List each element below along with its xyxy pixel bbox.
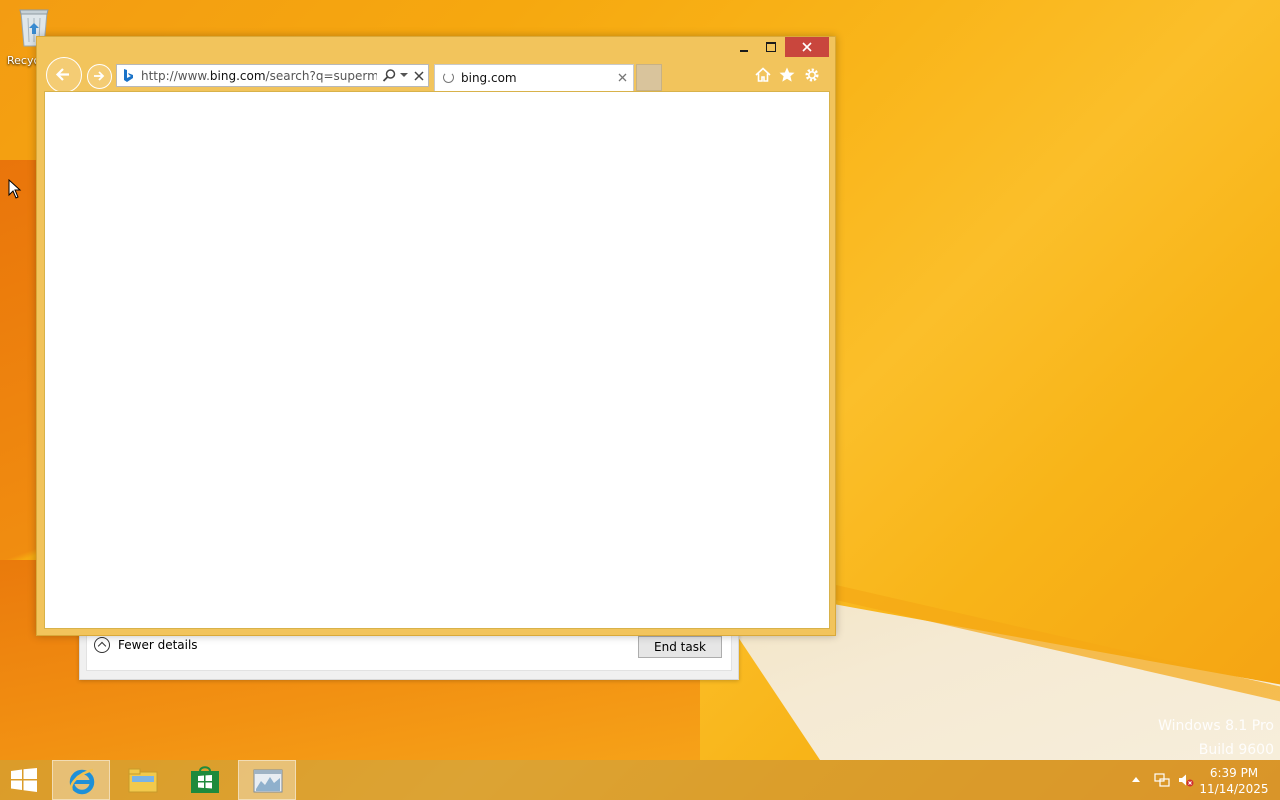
browser-tab[interactable]: bing.com — [434, 64, 634, 91]
fewer-details-label: Fewer details — [118, 638, 198, 652]
watermark-edition: Windows 8.1 Pro — [1158, 718, 1274, 734]
close-tab-icon[interactable] — [617, 72, 628, 83]
watermark-build: Build 9600 — [1198, 742, 1274, 758]
maximize-button[interactable] — [758, 37, 784, 57]
close-window-button[interactable] — [785, 37, 829, 57]
end-task-button[interactable]: End task — [638, 636, 722, 658]
address-bar[interactable]: http://www.bing.com/search?q=supermium — [116, 64, 429, 87]
internet-explorer-icon — [69, 768, 95, 795]
system-clock[interactable]: 6:39 PM 11/14/2025 — [1198, 765, 1270, 797]
back-button[interactable] — [46, 57, 82, 93]
task-manager-icon — [253, 769, 283, 793]
search-icon[interactable] — [382, 68, 397, 83]
folder-icon — [128, 768, 158, 793]
favorites-star-icon[interactable] — [777, 65, 797, 85]
settings-gear-icon[interactable] — [802, 65, 822, 85]
mouse-cursor-icon — [8, 179, 22, 199]
clock-time: 6:39 PM — [1209, 766, 1259, 780]
url-text[interactable]: http://www.bing.com/search?q=supermium — [141, 69, 377, 83]
home-icon[interactable] — [753, 65, 773, 85]
windows-version-watermark: Windows 8.1 Pro Build 9600 — [1158, 714, 1274, 762]
taskbar: 6:39 PM 11/14/2025 — [0, 760, 1280, 800]
forward-arrow-icon — [94, 71, 105, 81]
tab-title: bing.com — [461, 71, 517, 85]
fewer-details-toggle[interactable]: Fewer details — [94, 637, 198, 653]
taskbar-task-manager[interactable] — [238, 760, 296, 800]
bing-logo-icon — [124, 69, 133, 82]
taskbar-file-explorer[interactable] — [114, 760, 172, 800]
forward-button[interactable] — [87, 64, 112, 89]
show-hidden-icons-button[interactable] — [1132, 777, 1140, 782]
store-icon — [191, 766, 219, 793]
start-button[interactable] — [10, 768, 38, 792]
minimize-button[interactable] — [731, 37, 757, 57]
close-icon — [802, 42, 812, 52]
loading-spinner-icon — [443, 72, 454, 83]
network-icon[interactable] — [1154, 772, 1170, 788]
browser-window: http://www.bing.com/search?q=supermium b… — [36, 36, 836, 636]
taskbar-internet-explorer[interactable] — [52, 760, 110, 800]
page-content-area[interactable] — [44, 91, 830, 629]
taskbar-store[interactable] — [176, 760, 234, 800]
back-arrow-icon — [55, 68, 69, 81]
dropdown-icon[interactable] — [400, 73, 408, 77]
stop-loading-icon[interactable] — [413, 70, 425, 82]
volume-muted-icon[interactable] — [1178, 772, 1194, 788]
clock-date: 11/14/2025 — [1199, 782, 1269, 796]
chevron-up-icon — [94, 637, 110, 653]
new-tab-button[interactable] — [636, 64, 662, 91]
